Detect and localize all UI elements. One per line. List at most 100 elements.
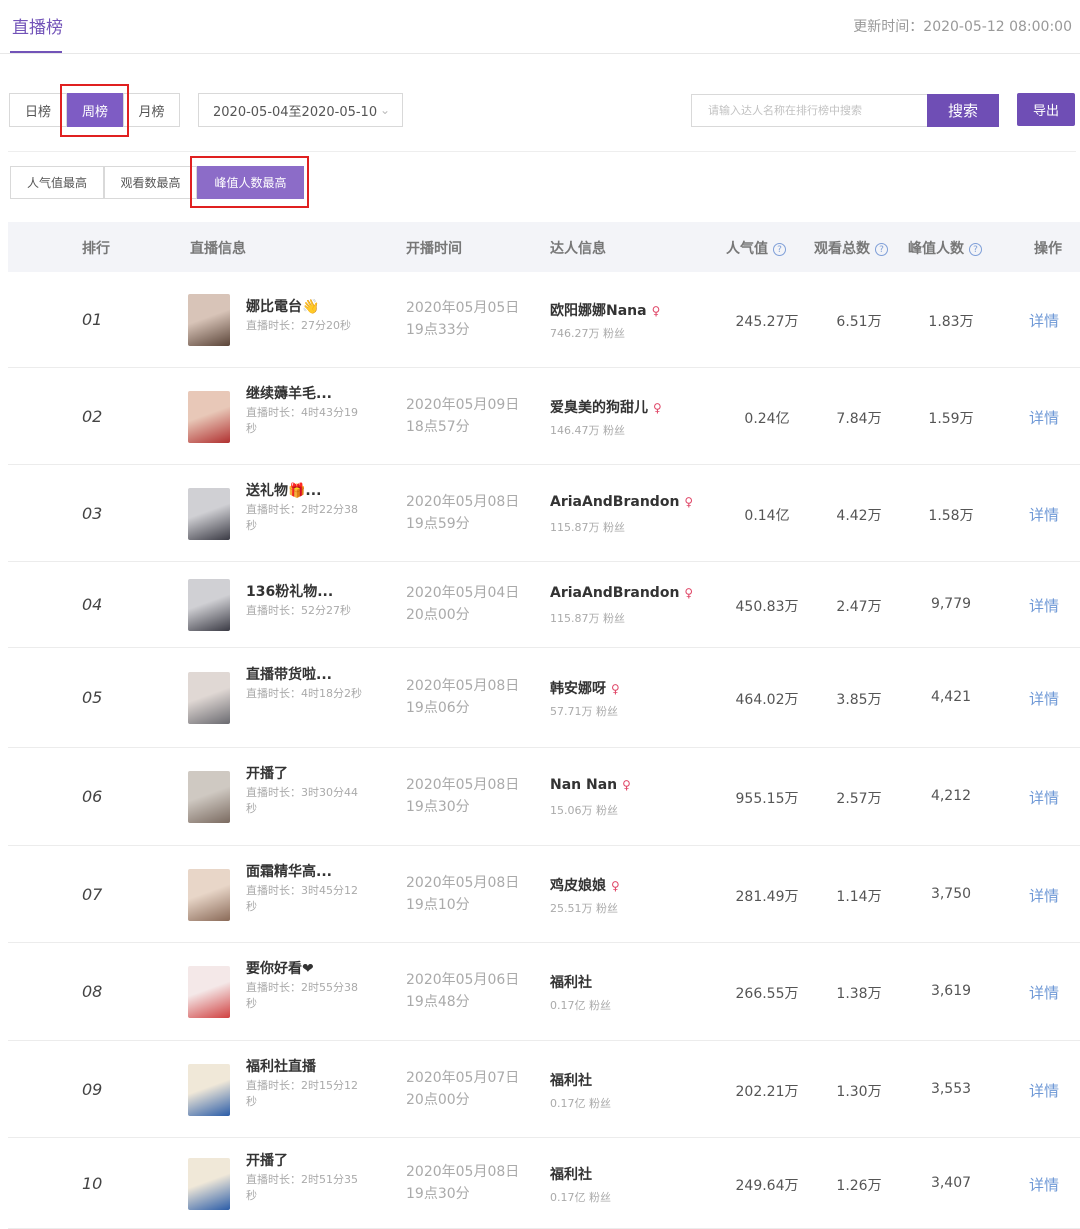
tab-daily[interactable]: 日榜 [9,93,67,127]
start-date: 2020年05月08日 [406,678,520,694]
sort-views[interactable]: 观看数最高 [104,166,197,199]
live-thumbnail[interactable] [188,771,230,823]
start-time: 19点10分 [406,896,470,913]
tab-live-ranking[interactable]: 直播榜 [12,13,63,38]
help-icon[interactable]: ? [969,243,982,256]
live-title[interactable]: 开播了 [246,1150,288,1170]
col-kol-info: 达人信息 [550,241,606,257]
live-title[interactable]: 送礼物🎁... [246,480,321,500]
peak-viewers-value: 4,212 [930,788,972,804]
kol-name[interactable]: 福利社 [550,972,592,992]
kol-name[interactable]: 爱臭美的狗甜儿 ♀ [550,397,662,417]
table-row: 05 直播带货啦... 直播时长：4时18分2秒 2020年05月08日 19点06分 韩… [8,648,1080,748]
peak-viewers-value: 1.58万 [928,507,974,524]
start-date: 2020年05月08日 [406,493,520,510]
kol-name[interactable]: 韩安娜呀 ♀ [550,678,620,698]
female-icon: ♀ [684,586,694,600]
start-date: 2020年05月08日 [406,1163,520,1180]
kol-name[interactable]: 福利社 [550,1164,592,1184]
live-duration: 直播时长：52分27秒 [246,604,351,617]
live-thumbnail[interactable] [188,1063,230,1116]
table-row: 01 娜比電台👋 直播时长：27分20秒 2020年05月05日 19点33分 欧阳娜娜N… [8,272,1080,368]
rank-number: 02 [82,406,103,426]
search-button[interactable]: 搜索 [927,94,999,127]
detail-link[interactable]: 详情 [1029,885,1059,906]
peak-viewers-value: 3,407 [930,1174,972,1191]
popularity-value: 0.24亿 [744,410,790,427]
total-views-value: 1.14万 [836,888,882,905]
export-button[interactable]: 导出 [1017,93,1075,126]
kol-name[interactable]: Nan Nan ♀ [550,777,631,793]
kol-name-text: 爱臭美的狗甜儿 [550,399,648,416]
kol-name[interactable]: 鸡皮娘娘 ♀ [550,875,620,895]
live-title[interactable]: 136粉礼物... [246,581,333,601]
start-time: 18点57分 [406,418,470,435]
help-icon[interactable]: ? [875,243,888,256]
live-title[interactable]: 娜比電台👋 [246,296,319,316]
col-total-views-label: 观看总数 [814,241,870,257]
detail-link[interactable]: 详情 [1029,504,1059,525]
kol-fans: 115.87万 粉丝 [550,520,625,534]
sort-popularity[interactable]: 人气值最高 [10,166,104,199]
total-views-value: 4.42万 [836,507,882,524]
live-thumbnail[interactable] [188,294,230,346]
live-thumbnail[interactable] [188,1157,230,1210]
detail-link[interactable]: 详情 [1029,787,1059,808]
page-header: 直播榜 更新时间：2020-05-12 08:00:00 [0,0,1080,54]
live-duration: 直播时长：2时51分35秒 [246,1172,358,1202]
live-title[interactable]: 开播了 [246,763,288,783]
live-title[interactable]: 福利社直播 [246,1056,316,1076]
live-duration: 直播时长：2时22分38秒 [246,502,358,532]
live-thumbnail[interactable] [188,966,230,1018]
live-thumbnail[interactable] [188,487,230,540]
table-row: 10 开播了 直播时长：2时51分35秒 2020年05月08日 19点30分 福利社 0.… [8,1138,1080,1229]
kol-name[interactable]: 欧阳娜娜Nana ♀ [550,300,660,320]
total-views-value: 6.51万 [836,314,882,330]
tab-monthly[interactable]: 月榜 [123,93,180,127]
start-time: 20点00分 [406,1091,470,1108]
kol-name-text: 韩安娜呀 [550,681,606,697]
detail-link[interactable]: 详情 [1029,407,1059,428]
live-title[interactable]: 直播带货啦... [246,664,332,684]
live-duration: 直播时长：4时18分2秒 [246,687,362,700]
table-row: 04 136粉礼物... 直播时长：52分27秒 2020年05月04日 20点00分 A… [8,562,1080,648]
detail-link[interactable]: 详情 [1029,982,1059,1003]
live-title[interactable]: 要你好看❤ [246,958,314,978]
popularity-value: 266.55万 [735,986,799,1002]
col-peak-viewers[interactable]: 峰值人数? [908,238,982,258]
female-icon: ♀ [651,304,661,318]
date-range-value: 2020-05-04至2020-05-10 [213,104,378,120]
peak-viewers-value: 3,553 [930,1080,972,1097]
kol-fans: 746.27万 粉丝 [550,327,625,340]
col-total-views[interactable]: 观看总数? [814,238,888,258]
live-duration: 直播时长：2时15分12秒 [246,1078,358,1108]
peak-viewers-value: 3,619 [930,983,972,999]
start-time: 19点30分 [406,1185,470,1202]
help-icon[interactable]: ? [773,243,786,256]
search-input[interactable] [691,94,927,127]
kol-name[interactable]: AriaAndBrandon ♀ [550,494,693,510]
table-row: 07 面霜精华高... 直播时长：3时45分12秒 2020年05月08日 19点10分… [8,846,1080,943]
detail-link[interactable]: 详情 [1029,1174,1059,1195]
detail-link[interactable]: 详情 [1029,595,1059,616]
kol-name[interactable]: AriaAndBrandon ♀ [550,585,693,601]
table-row: 08 要你好看❤ 直播时长：2时55分38秒 2020年05月06日 19点48分 福利社… [8,943,1080,1041]
detail-link[interactable]: 详情 [1029,1080,1059,1101]
table-row: 06 开播了 直播时长：3时30分44秒 2020年05月08日 19点30分 Nan N… [8,748,1080,846]
col-popularity[interactable]: 人气值? [726,238,786,258]
live-title[interactable]: 面霜精华高... [246,861,332,881]
rank-number: 08 [82,982,103,1001]
start-date: 2020年05月08日 [406,874,520,891]
live-thumbnail[interactable] [188,390,230,443]
start-time: 19点59分 [406,515,470,532]
detail-link[interactable]: 详情 [1029,310,1059,331]
detail-link[interactable]: 详情 [1029,688,1059,709]
kol-name[interactable]: 福利社 [550,1070,592,1090]
kol-name-text: AriaAndBrandon [550,585,680,601]
date-range-select[interactable]: 2020-05-04至2020-05-10 ⌄ [198,93,403,127]
live-title[interactable]: 继续薅羊毛... [246,383,332,403]
live-thumbnail[interactable] [188,672,230,724]
live-thumbnail[interactable] [188,868,230,921]
live-thumbnail[interactable] [188,579,230,631]
start-time: 19点06分 [406,700,470,716]
